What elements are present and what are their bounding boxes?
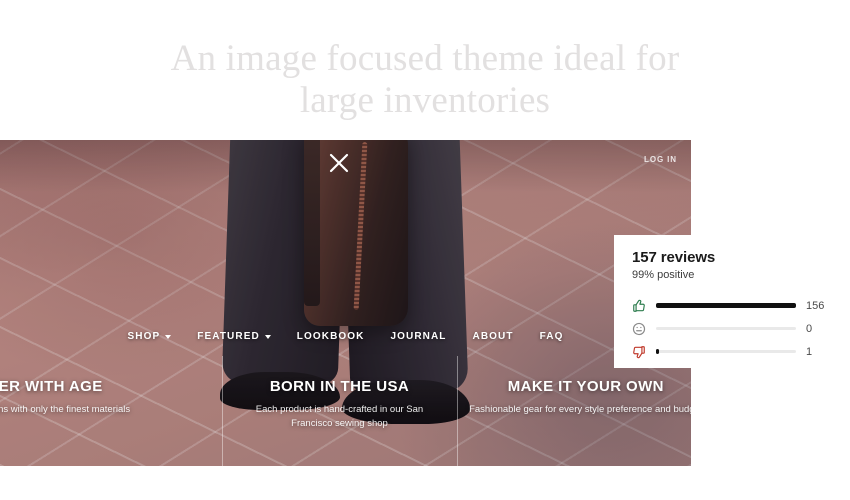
- nav-item-label: JOURNAL: [390, 331, 447, 342]
- reviews-bar-track: [656, 303, 796, 308]
- nav-item-label: SHOP: [127, 331, 161, 342]
- close-icon[interactable]: [328, 152, 350, 174]
- feature-card-title: BORN IN THE USA: [269, 378, 410, 395]
- reviews-bar-fill: [656, 303, 796, 308]
- nav-item-label: ABOUT: [472, 331, 514, 342]
- reviews-positive-percent: 99% positive: [632, 269, 695, 281]
- nav-item-journal[interactable]: JOURNAL: [390, 331, 446, 342]
- thumbs-up-icon: [632, 299, 650, 313]
- nav-item-featured[interactable]: FEATURED: [197, 331, 271, 342]
- reviews-bar-track: [656, 349, 796, 354]
- page-root: An image focused theme ideal for large i…: [0, 0, 850, 500]
- reviews-count: 157 reviews: [632, 249, 716, 266]
- nav-item-label: LOOKBOOK: [296, 331, 365, 342]
- reviews-row-value: 1: [806, 345, 813, 358]
- nav-item-shop[interactable]: SHOP: [128, 331, 172, 342]
- reviews-bar-track: [656, 327, 796, 330]
- nav-item-lookbook[interactable]: LOOKBOOK: [297, 331, 365, 342]
- main-navigation: SHOP FEATURED LOOKBOOK JOURNAL ABOUT FAQ: [0, 331, 691, 342]
- reviews-breakdown: 156 0 1: [632, 294, 832, 363]
- reviews-row-value: 0: [806, 322, 813, 335]
- feature-card-body: Each product is hand-crafted in our San …: [255, 404, 424, 429]
- reviews-row-negative: 1: [632, 340, 832, 363]
- feature-cards: BETTER WITH AGE ess designs with only th…: [0, 356, 691, 466]
- feature-card: BORN IN THE USA Each product is hand-cra…: [222, 356, 456, 466]
- nav-item-label: FAQ: [539, 331, 564, 342]
- feature-card-title: MAKE IT YOUR OWN: [507, 378, 664, 395]
- feature-card-body: Fashionable gear for every style prefere…: [469, 404, 691, 415]
- feature-card-title: BETTER WITH AGE: [0, 378, 103, 395]
- log-in-link[interactable]: LOG IN: [644, 155, 677, 164]
- thumbs-down-icon: [632, 345, 650, 359]
- feature-card: MAKE IT YOUR OWN Fashionable gear for ev…: [456, 356, 691, 466]
- hero-banner: LOG IN SHOP FEATURED LOOKBOOK JOURNAL AB…: [0, 140, 691, 466]
- nav-item-faq[interactable]: FAQ: [540, 331, 564, 342]
- nav-item-about[interactable]: ABOUT: [473, 331, 514, 342]
- reviews-panel: 157 reviews 99% positive 156 0 1: [614, 235, 850, 368]
- neutral-face-icon: [632, 322, 650, 336]
- nav-item-label: FEATURED: [197, 331, 260, 342]
- feature-card: BETTER WITH AGE ess designs with only th…: [0, 356, 222, 466]
- reviews-bar-fill: [656, 349, 659, 354]
- feature-card-body: ess designs with only the finest materia…: [0, 404, 131, 415]
- reviews-row-positive: 156: [632, 294, 832, 317]
- chevron-down-icon: [165, 335, 172, 339]
- reviews-row-value: 156: [806, 299, 825, 312]
- chevron-down-icon: [264, 335, 271, 339]
- page-title: An image focused theme ideal for large i…: [170, 38, 680, 121]
- reviews-row-neutral: 0: [632, 317, 832, 340]
